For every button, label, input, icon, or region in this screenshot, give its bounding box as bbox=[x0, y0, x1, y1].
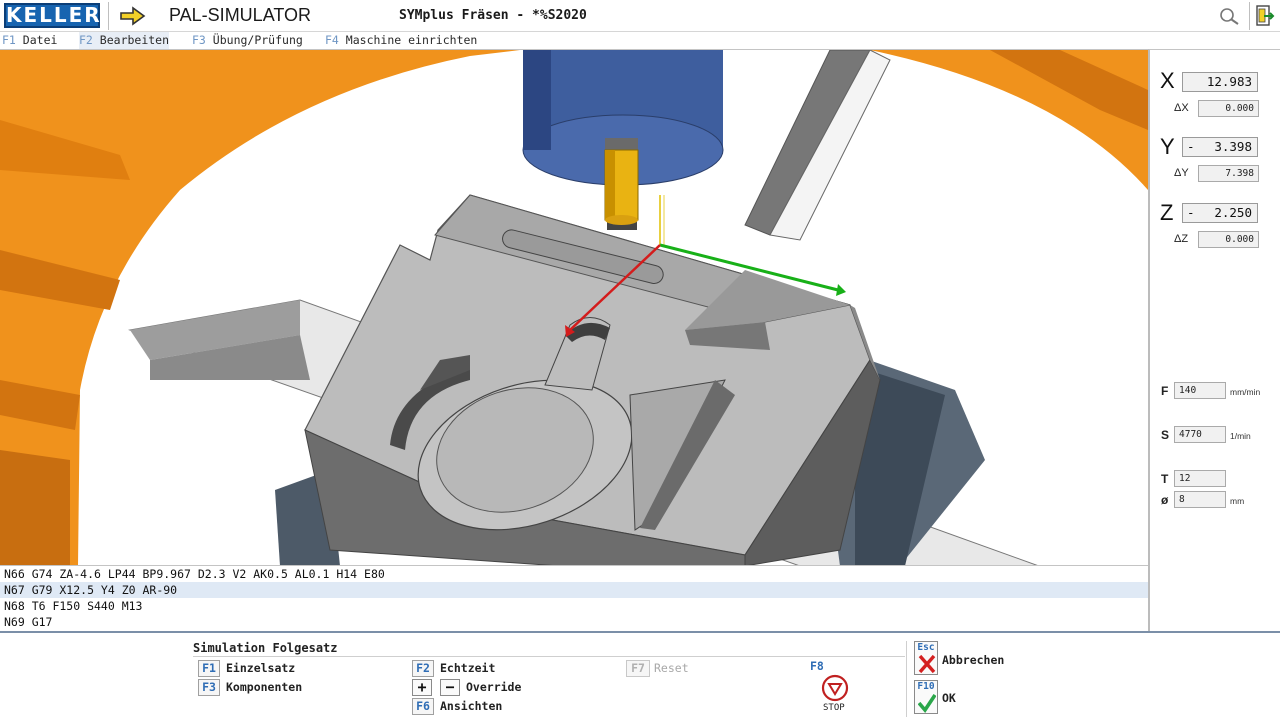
simulation-viewport[interactable] bbox=[0, 49, 1148, 565]
title-separator bbox=[108, 2, 109, 30]
f3-key[interactable]: F3 bbox=[198, 679, 220, 696]
diameter-label: ø bbox=[1161, 493, 1169, 507]
axis-y-value: - 3.398 bbox=[1182, 137, 1258, 157]
delta-y-value: 7.398 bbox=[1198, 165, 1259, 182]
echtzeit-label[interactable]: Echtzeit bbox=[440, 661, 495, 675]
feed-value: 140 bbox=[1174, 382, 1226, 399]
stop-label: STOP bbox=[823, 703, 845, 713]
cancel-button[interactable]: Esc bbox=[914, 641, 938, 675]
simulation-title: Simulation Folgesatz bbox=[193, 641, 338, 655]
komponenten-label[interactable]: Komponenten bbox=[226, 680, 302, 694]
menu-uebung-pruefung[interactable]: F3 Übung/Prüfung bbox=[192, 32, 303, 49]
speed-label: S bbox=[1161, 428, 1170, 442]
feed-unit: mm/min bbox=[1230, 387, 1261, 397]
axis-y-number: 3.398 bbox=[1214, 139, 1252, 154]
menu-maschine-einrichten[interactable]: F4 Maschine einrichten bbox=[325, 32, 477, 49]
delta-x-value: 0.000 bbox=[1198, 100, 1259, 117]
divider bbox=[193, 656, 905, 657]
f1-key[interactable]: F1 bbox=[198, 660, 220, 677]
machine-scene bbox=[0, 50, 1148, 565]
esc-key-label: Esc bbox=[917, 642, 935, 653]
axis-z-label: Z bbox=[1160, 200, 1174, 225]
program-line[interactable]: N66 G74 ZA-4.6 LP44 BP9.967 D2.3 V2 AK0.… bbox=[0, 566, 1148, 582]
axis-y-sign: - bbox=[1187, 139, 1195, 154]
override-label: Override bbox=[466, 680, 522, 694]
delta-y-label: ΔY bbox=[1174, 167, 1189, 179]
exit-icon[interactable] bbox=[1254, 4, 1276, 28]
axis-x-label: X bbox=[1160, 68, 1175, 93]
diameter-unit: mm bbox=[1230, 496, 1245, 506]
reset-label: Reset bbox=[654, 661, 689, 675]
axis-x-number: 12.983 bbox=[1206, 74, 1252, 89]
ok-button[interactable]: F10 bbox=[914, 680, 938, 714]
menu-bar: F1 Datei F2 Bearbeiten F3 Übung/Prüfung … bbox=[0, 32, 1280, 49]
tool-label: T bbox=[1161, 472, 1169, 486]
menu-datei[interactable]: F1 Datei bbox=[2, 32, 57, 49]
title-separator bbox=[1249, 2, 1250, 30]
menu-bearbeiten[interactable]: F2 Bearbeiten bbox=[79, 32, 170, 49]
search-icon[interactable] bbox=[1218, 6, 1242, 26]
f2-key[interactable]: F2 bbox=[412, 660, 434, 677]
axis-x-value: 12.983 bbox=[1182, 72, 1258, 92]
speed-unit: 1/min bbox=[1230, 431, 1251, 441]
document-title: SYMplus Fräsen - *%S2020 bbox=[399, 8, 587, 23]
delta-z-value: 0.000 bbox=[1198, 231, 1259, 248]
axis-y-label: Y bbox=[1160, 134, 1175, 159]
keller-logo: KELLER bbox=[4, 3, 102, 28]
f6-key[interactable]: F6 bbox=[412, 698, 434, 715]
delta-x-label: ΔX bbox=[1174, 102, 1189, 114]
override-plus-button[interactable]: + bbox=[412, 679, 432, 696]
diameter-value: 8 bbox=[1174, 491, 1226, 508]
cancel-x-icon bbox=[918, 654, 936, 674]
axis-z-number: 2.250 bbox=[1214, 205, 1252, 220]
override-minus-button[interactable]: − bbox=[440, 679, 460, 696]
position-panel: X 12.983 ΔX 0.000 Y - 3.398 ΔY 7.398 Z -… bbox=[1148, 49, 1280, 631]
stop-icon[interactable] bbox=[820, 673, 850, 703]
softkey-bar: Simulation Folgesatz F1 Einzelsatz F3 Ko… bbox=[0, 631, 1280, 720]
feed-label: F bbox=[1161, 384, 1169, 398]
program-listing[interactable]: N66 G74 ZA-4.6 LP44 BP9.967 D2.3 V2 AK0.… bbox=[0, 565, 1148, 631]
f7-key: F7 bbox=[626, 660, 650, 677]
f8-key[interactable]: F8 bbox=[810, 659, 824, 673]
arrow-right-icon[interactable] bbox=[118, 5, 148, 27]
title-bar: KELLER PAL-SIMULATOR SYMplus Fräsen - *%… bbox=[0, 0, 1280, 32]
delta-z-label: ΔZ bbox=[1174, 233, 1189, 245]
divider bbox=[906, 641, 907, 717]
ansichten-label[interactable]: Ansichten bbox=[440, 699, 502, 713]
ok-label[interactable]: OK bbox=[942, 691, 956, 705]
program-line[interactable]: N69 G17 bbox=[0, 614, 1148, 630]
tool-value: 12 bbox=[1174, 470, 1226, 487]
einzelsatz-label[interactable]: Einzelsatz bbox=[226, 661, 295, 675]
checkmark-icon bbox=[918, 694, 936, 713]
cancel-label[interactable]: Abbrechen bbox=[942, 653, 1004, 667]
program-line-current[interactable]: N67 G79 X12.5 Y4 Z0 AR-90 bbox=[0, 582, 1148, 598]
f10-key-label: F10 bbox=[917, 681, 935, 692]
axis-z-sign: - bbox=[1187, 205, 1195, 220]
speed-value: 4770 bbox=[1174, 426, 1226, 443]
program-line[interactable]: N68 T6 F150 S440 M13 bbox=[0, 598, 1148, 614]
app-title: PAL-SIMULATOR bbox=[169, 5, 312, 25]
axis-z-value: - 2.250 bbox=[1182, 203, 1258, 223]
